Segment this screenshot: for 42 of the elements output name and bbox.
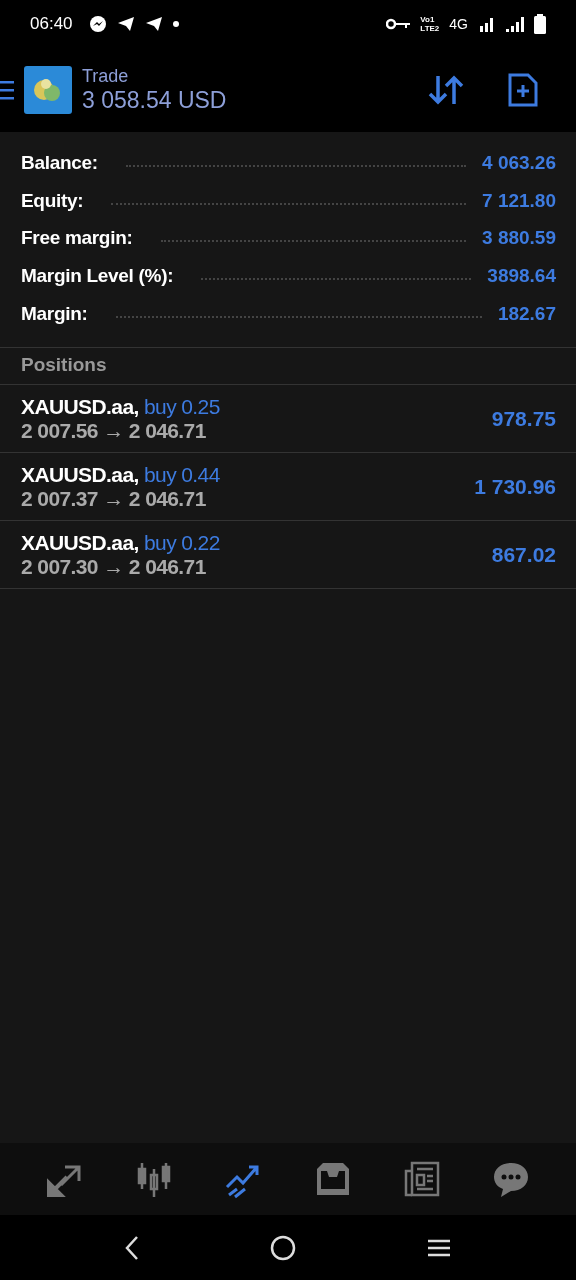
dot-icon [172, 21, 179, 27]
screen-title: Trade [82, 66, 130, 87]
network-type: 4G [449, 16, 468, 32]
position-profit: 867.02 [491, 543, 556, 567]
position-title: XAUUSD.aa, buy 0.25 [21, 395, 221, 419]
section-heading: Positions [21, 354, 107, 375]
position-prices: 2 007.37 → 2 046.71 [21, 487, 207, 511]
summary-value: 7 121.80 [482, 189, 556, 212]
summary-label: Free margin: [21, 227, 133, 250]
summary-value: 182.67 [497, 303, 556, 326]
clock: 06:40 [30, 14, 73, 34]
paper-plane-icon [116, 15, 135, 33]
signal-icon [506, 16, 524, 32]
position-title: XAUUSD.aa, buy 0.22 [21, 531, 221, 555]
position-prices: 2 007.30 → 2 046.71 [21, 555, 207, 579]
position-row[interactable]: XAUUSD.aa, buy 0.22 2 007.30 → 2 046.71 867.02 [0, 521, 576, 589]
position-prices: 2 007.56 → 2 046.71 [21, 419, 207, 443]
account-balance: 3 058.54 USD [82, 87, 227, 114]
signal-icon [478, 16, 496, 32]
paper-plane-icon [144, 15, 163, 33]
summary-label: Margin Level (%): [21, 265, 174, 288]
position-row[interactable]: XAUUSD.aa, buy 0.25 2 007.56 → 2 046.71 978.75 [0, 385, 576, 453]
messenger-icon [88, 15, 107, 33]
summary-label: Equity: [21, 189, 84, 212]
summary-value: 3898.64 [487, 265, 556, 288]
position-profit: 978.75 [491, 407, 556, 431]
summary-label: Balance: [21, 151, 98, 174]
position-profit: 1 730.96 [474, 475, 556, 499]
position-row[interactable]: XAUUSD.aa, buy 0.44 2 007.37 → 2 046.71 1 730.96 [0, 453, 576, 521]
summary-value: 4 063.26 [482, 151, 556, 174]
summary-label: Margin: [21, 303, 88, 326]
new-document-icon[interactable] [508, 73, 538, 107]
key-icon [386, 18, 411, 30]
position-title: XAUUSD.aa, buy 0.44 [21, 463, 221, 487]
sort-icon[interactable] [428, 74, 464, 106]
app-logo-icon [24, 66, 72, 114]
battery-icon [534, 14, 546, 34]
summary-value: 3 880.59 [482, 227, 556, 250]
home-icon[interactable] [269, 1233, 297, 1262]
volte-indicator: Vo1 LTE2 [420, 15, 440, 33]
menu-icon[interactable] [0, 79, 14, 101]
back-icon[interactable] [124, 1234, 141, 1261]
